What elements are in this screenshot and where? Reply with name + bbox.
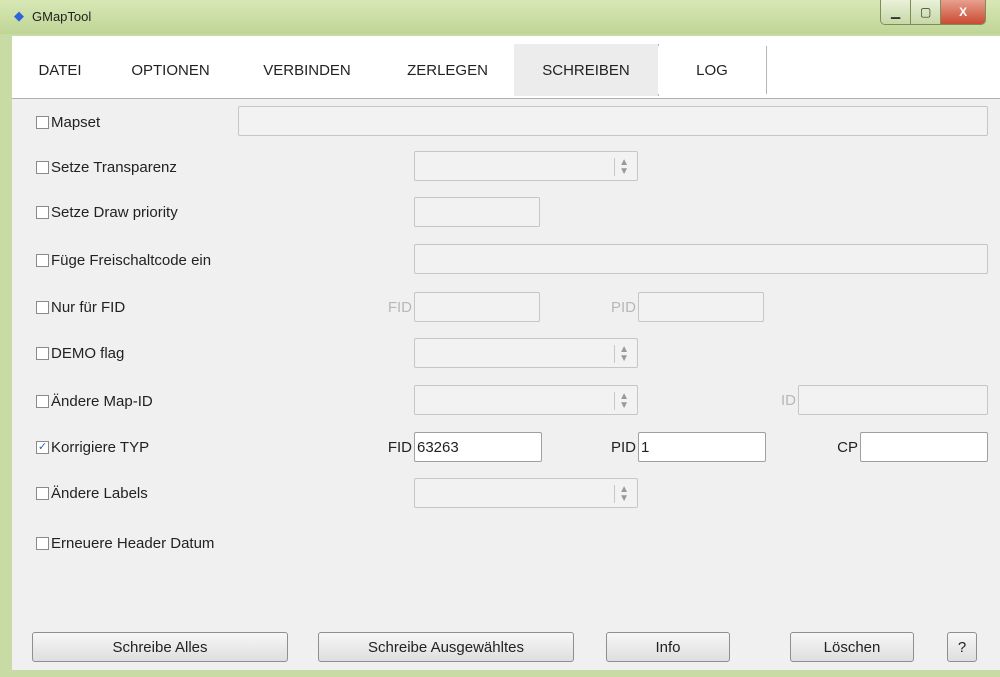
tab-zerlegen[interactable]: ZERLEGEN xyxy=(381,46,515,94)
map-id-spinner[interactable]: ▲ ▼ xyxy=(414,385,638,415)
spinner-arrows-icon[interactable]: ▲ ▼ xyxy=(614,345,629,364)
loeschen-button[interactable]: Löschen xyxy=(790,632,914,662)
spinner-arrows-icon[interactable]: ▲ ▼ xyxy=(614,485,629,504)
map-id-id-label: ID xyxy=(781,391,796,409)
labels-option[interactable]: Ändere Labels xyxy=(36,483,148,503)
transparenz-checkbox[interactable] xyxy=(36,160,49,174)
mapset-option[interactable]: Mapset xyxy=(36,112,100,132)
spinner-arrows-icon[interactable]: ▲ ▼ xyxy=(614,392,629,411)
map-id-option[interactable]: Ändere Map-ID xyxy=(36,391,153,411)
korrigiere-typ-pid-label: PID xyxy=(610,438,636,456)
transparenz-label: Setze Transparenz xyxy=(51,158,177,176)
mapset-label: Mapset xyxy=(51,113,101,131)
freischaltcode-label: Füge Freischaltcode ein xyxy=(51,251,212,269)
demo-flag-option[interactable]: DEMO flag xyxy=(36,343,124,363)
spinner-arrows-icon[interactable]: ▲ ▼ xyxy=(614,158,629,177)
nur-fid-pid-input[interactable] xyxy=(638,292,764,322)
transparenz-option[interactable]: Setze Transparenz xyxy=(36,157,177,177)
korrigiere-typ-checkbox[interactable]: ✓ xyxy=(36,440,49,454)
demo-flag-spinner[interactable]: ▲ ▼ xyxy=(414,338,638,368)
korrigiere-typ-option[interactable]: ✓ Korrigiere TYP xyxy=(36,437,149,457)
labels-label: Ändere Labels xyxy=(51,484,148,502)
nur-fid-label: Nur für FID xyxy=(51,298,126,316)
window-title: GMapTool xyxy=(32,9,92,24)
tab-schreiben[interactable]: SCHREIBEN xyxy=(514,44,659,96)
tab-log[interactable]: LOG xyxy=(658,46,767,94)
draw-priority-label: Setze Draw priority xyxy=(51,203,178,221)
map-id-label: Ändere Map-ID xyxy=(51,392,153,410)
nur-fid-fid-input[interactable] xyxy=(414,292,540,322)
korrigiere-typ-fid-input[interactable]: 63263 xyxy=(414,432,542,462)
draw-priority-option[interactable]: Setze Draw priority xyxy=(36,202,178,222)
title-bar[interactable]: ◆ GMapTool ▁ ▢ X xyxy=(0,0,1000,34)
korrigiere-typ-pid-input[interactable]: 1 xyxy=(638,432,766,462)
nur-fid-pid-label: PID xyxy=(610,298,636,316)
schreibe-alles-button[interactable]: Schreibe Alles xyxy=(32,632,288,662)
minimize-button[interactable]: ▁ xyxy=(881,0,912,24)
freischaltcode-checkbox[interactable] xyxy=(36,253,49,267)
labels-spinner[interactable]: ▲ ▼ xyxy=(414,478,638,508)
schreibe-ausgewaehltes-button[interactable]: Schreibe Ausgewähltes xyxy=(318,632,574,662)
window-controls: ▁ ▢ X xyxy=(880,0,986,25)
tab-optionen[interactable]: OPTIONEN xyxy=(108,46,234,94)
mapset-checkbox[interactable] xyxy=(36,115,49,129)
app-diamond-icon: ◆ xyxy=(14,8,24,23)
demo-flag-label: DEMO flag xyxy=(51,344,125,362)
demo-flag-checkbox[interactable] xyxy=(36,346,49,360)
nur-fid-fid-label: FID xyxy=(387,298,412,316)
draw-priority-input[interactable] xyxy=(414,197,540,227)
draw-priority-checkbox[interactable] xyxy=(36,205,49,219)
freischaltcode-input[interactable] xyxy=(414,244,988,274)
labels-checkbox[interactable] xyxy=(36,486,49,500)
tab-verbinden[interactable]: VERBINDEN xyxy=(233,46,382,94)
tab-bar: DATEI OPTIONEN VERBINDEN ZERLEGEN SCHREI… xyxy=(12,36,1000,98)
help-button[interactable]: ? xyxy=(947,632,977,662)
nur-fid-option[interactable]: Nur für FID xyxy=(36,297,125,317)
close-button[interactable]: X xyxy=(941,0,985,24)
korrigiere-typ-cp-input[interactable] xyxy=(860,432,988,462)
nur-fid-checkbox[interactable] xyxy=(36,300,49,314)
korrigiere-typ-fid-label: FID xyxy=(387,438,412,456)
mapset-input[interactable] xyxy=(238,106,988,136)
freischaltcode-option[interactable]: Füge Freischaltcode ein xyxy=(36,250,211,270)
header-datum-label: Erneuere Header Datum xyxy=(51,534,215,552)
korrigiere-typ-label: Korrigiere TYP xyxy=(51,438,150,456)
info-button[interactable]: Info xyxy=(606,632,730,662)
map-id-id-input[interactable] xyxy=(798,385,988,415)
header-datum-option[interactable]: Erneuere Header Datum xyxy=(36,533,214,553)
transparenz-spinner[interactable]: ▲ ▼ xyxy=(414,151,638,181)
tab-datei[interactable]: DATEI xyxy=(12,46,109,94)
map-id-checkbox[interactable] xyxy=(36,394,49,408)
header-datum-checkbox[interactable] xyxy=(36,536,49,550)
maximize-button[interactable]: ▢ xyxy=(911,0,942,24)
korrigiere-typ-cp-label: CP xyxy=(837,438,858,456)
